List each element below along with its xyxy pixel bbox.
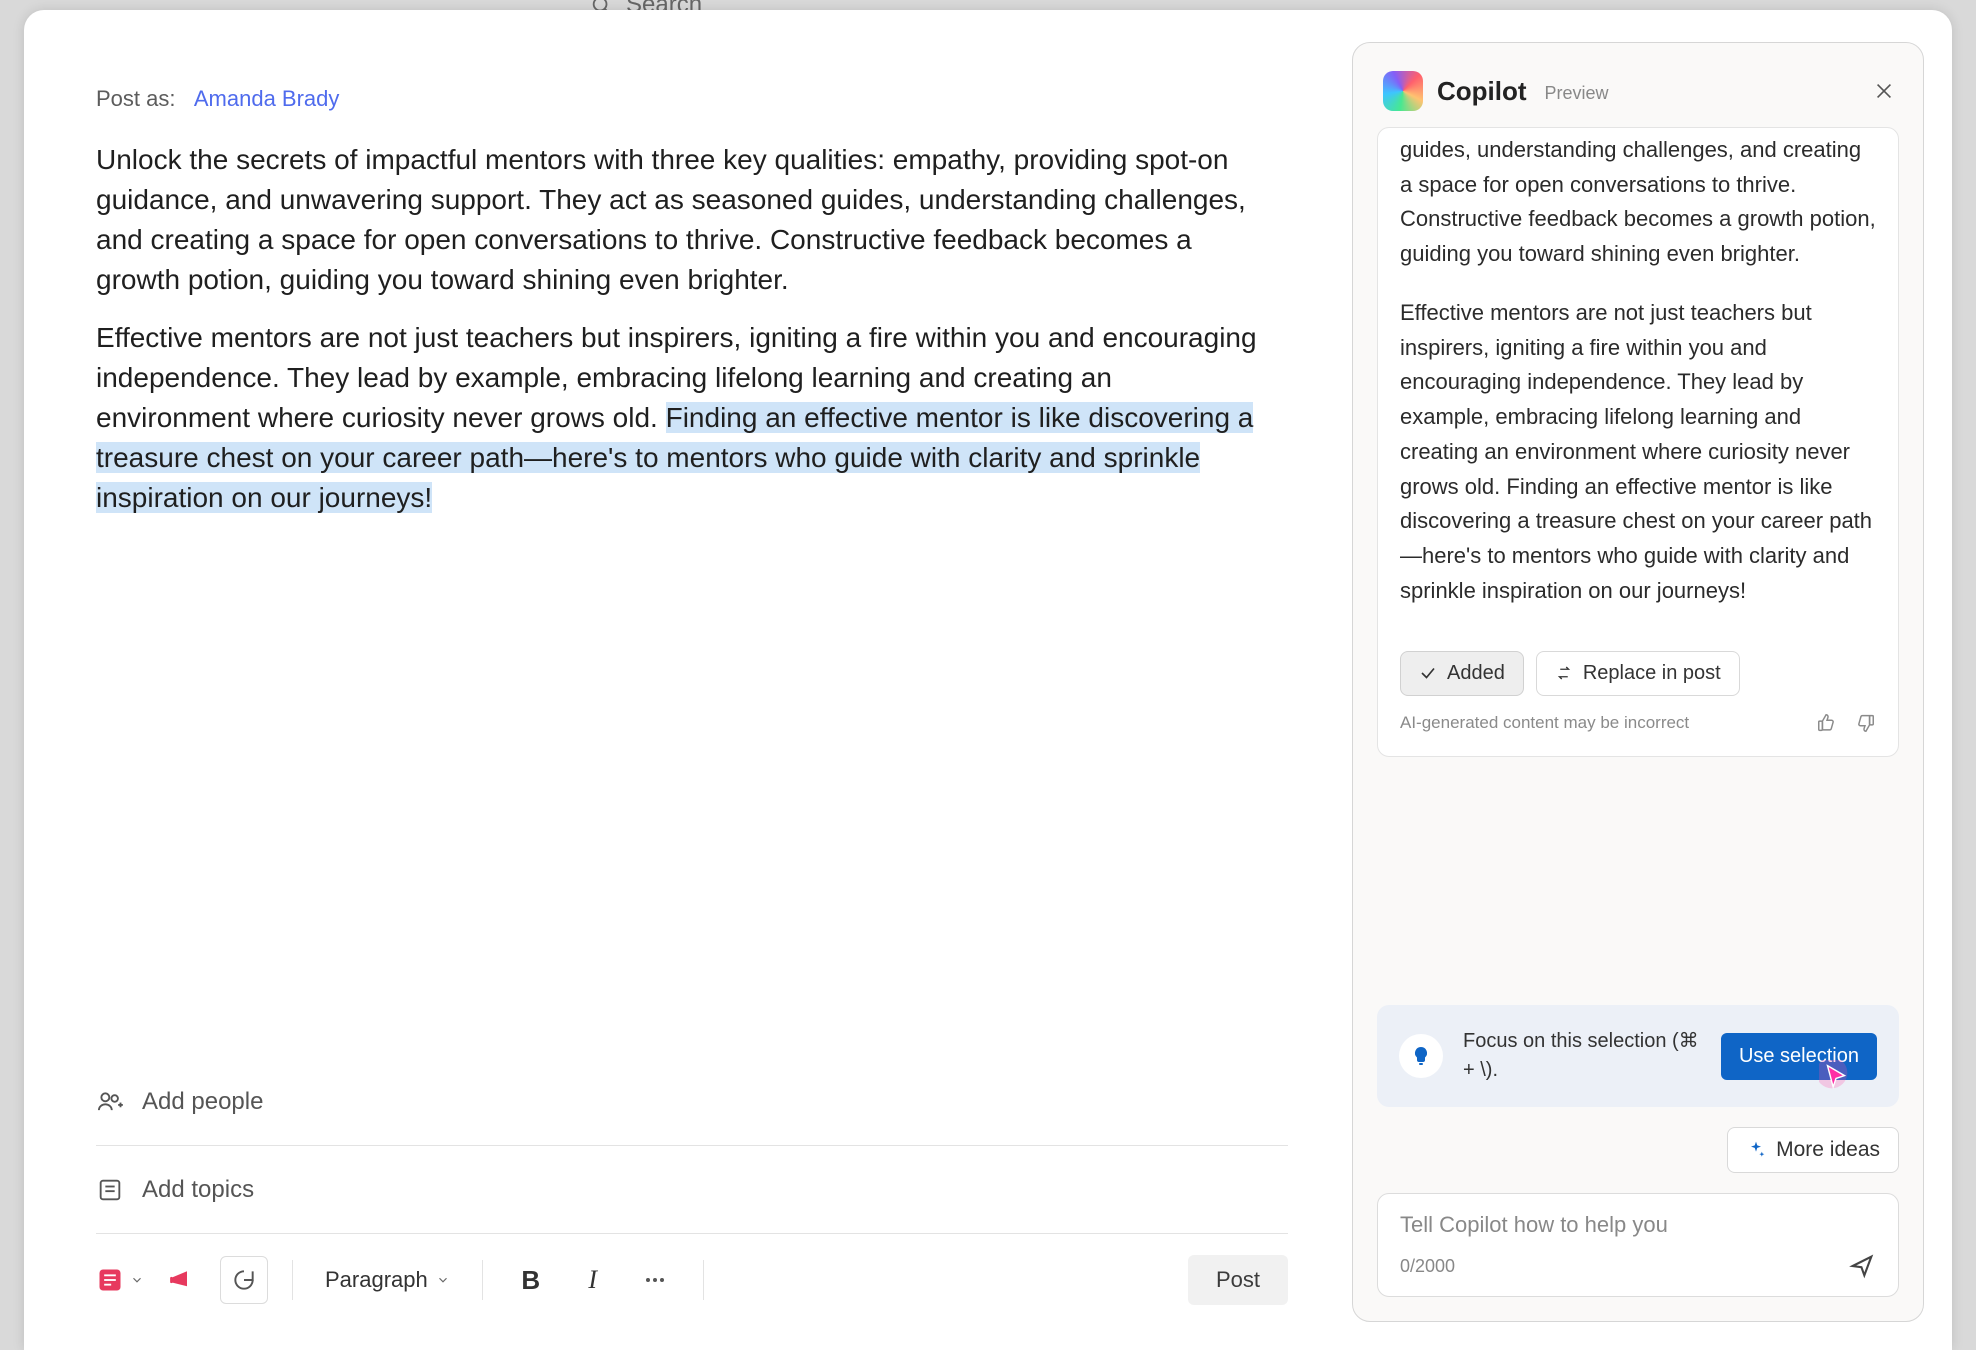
lightbulb-icon [1409,1044,1433,1068]
loop-component-button[interactable] [220,1256,268,1304]
use-selection-label: Use selection [1739,1045,1859,1067]
add-people-label: Add people [142,1088,263,1116]
copilot-input-card: 0/2000 [1377,1193,1899,1297]
add-topics-label: Add topics [142,1176,254,1204]
post-as-row: Post as: Amanda Brady [96,86,1288,112]
char-counter: 0/2000 [1400,1256,1455,1277]
tip-bulb [1399,1034,1443,1078]
use-selection-button[interactable]: Use selection [1721,1033,1877,1080]
thumbs-down-icon[interactable] [1854,712,1876,734]
copilot-response-card: unwavering support. They act as seasoned… [1377,127,1899,757]
sparkle-icon [1746,1140,1766,1160]
post-as-label: Post as: [96,86,175,111]
response-p1: unwavering support. They act as seasoned… [1400,127,1876,272]
added-chip[interactable]: Added [1400,651,1524,696]
announcement-button[interactable] [158,1256,206,1304]
megaphone-icon [167,1265,197,1295]
loop-icon [231,1267,257,1293]
add-people-row[interactable]: Add people [96,1058,1288,1146]
topics-icon [96,1176,124,1204]
more-icon [643,1268,667,1292]
toolbar-separator [703,1260,704,1300]
close-icon [1873,80,1895,102]
post-author-link[interactable]: Amanda Brady [194,86,340,111]
ai-disclaimer-text: AI-generated content may be incorrect [1400,713,1689,733]
added-label: Added [1447,662,1505,685]
selection-tip: Focus on this selection (⌘ + \). Use sel… [1377,1005,1899,1107]
close-button[interactable] [1873,80,1895,102]
send-button[interactable] [1848,1252,1876,1280]
replace-chip[interactable]: Replace in post [1536,651,1740,696]
italic-button[interactable]: I [569,1256,617,1304]
app-search-bar: Search [590,0,1270,10]
swap-icon [1555,664,1573,682]
add-topics-row[interactable]: Add topics [96,1146,1288,1234]
copilot-header: Copilot Preview [1353,43,1923,127]
copilot-scroll: unwavering support. They act as seasoned… [1353,127,1923,981]
copilot-input[interactable] [1400,1212,1876,1238]
copilot-response-text: unwavering support. They act as seasoned… [1400,127,1876,633]
people-icon [96,1088,124,1116]
more-ideas-label: More ideas [1776,1138,1880,1162]
copilot-logo-icon [1383,71,1423,111]
compose-modal: Post as: Amanda Brady Unlock the secrets… [24,10,1952,1350]
chevron-down-icon [130,1273,144,1287]
copilot-title: Copilot [1437,76,1527,107]
paragraph-style-button[interactable]: Paragraph [317,1256,458,1304]
post-paragraph-2: Effective mentors are not just teachers … [96,318,1266,518]
thumbs-up-icon[interactable] [1816,712,1838,734]
more-ideas-button[interactable]: More ideas [1727,1127,1899,1173]
chevron-down-icon [436,1273,450,1287]
replace-label: Replace in post [1583,662,1721,685]
article-icon [96,1266,124,1294]
toolbar-separator [292,1260,293,1300]
editor-pane: Post as: Amanda Brady Unlock the secrets… [24,10,1352,1350]
toolbar-separator [482,1260,483,1300]
copilot-panel: Copilot Preview unwavering support. They… [1352,42,1924,1322]
post-paragraph-1: Unlock the secrets of impactful mentors … [96,140,1266,300]
ai-disclaimer-row: AI-generated content may be incorrect [1400,712,1876,734]
bold-button[interactable]: B [507,1256,555,1304]
post-body[interactable]: Unlock the secrets of impactful mentors … [96,140,1266,536]
more-format-button[interactable] [631,1256,679,1304]
editor-toolbar: Paragraph B I Post [96,1234,1288,1326]
copilot-preview-badge: Preview [1545,83,1609,104]
article-type-button[interactable] [96,1256,144,1304]
send-icon [1848,1252,1876,1280]
check-icon [1419,664,1437,682]
paragraph-label: Paragraph [325,1267,428,1293]
post-button[interactable]: Post [1188,1255,1288,1305]
tip-text: Focus on this selection (⌘ + \). [1463,1027,1701,1085]
response-p2: Effective mentors are not just teachers … [1400,296,1876,609]
